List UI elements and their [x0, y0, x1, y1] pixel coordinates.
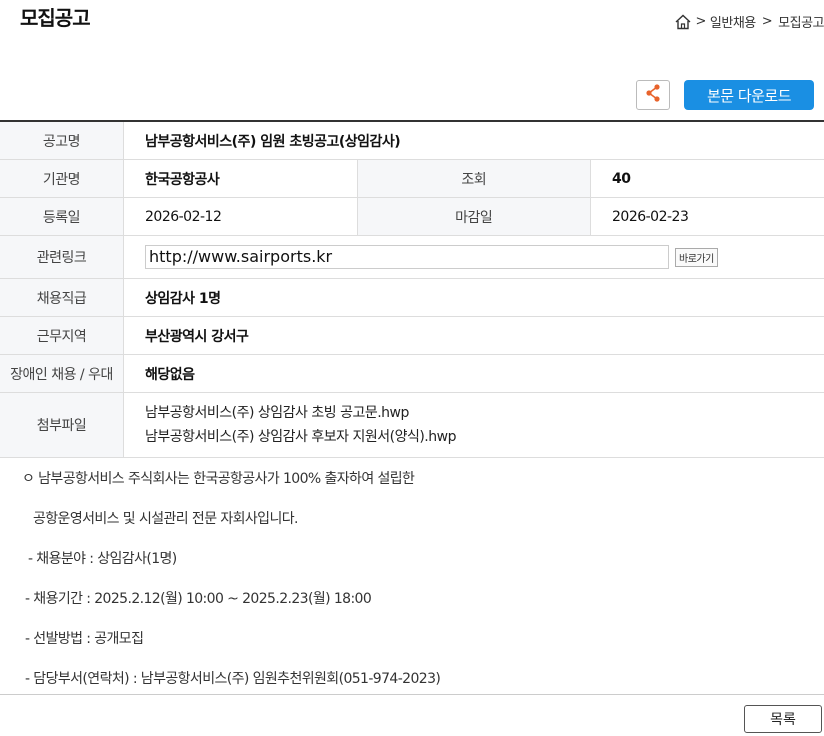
- job-info-table: 공고명 남부공항서비스(주) 임원 초빙공고(상임감사) 기관명 한국공항공사 …: [0, 120, 824, 458]
- reg-date-value: 2026-02-12: [123, 197, 357, 236]
- org-value: 한국공항공사: [123, 159, 357, 198]
- deadline-value: 2026-02-23: [590, 197, 824, 236]
- body-line: - 담당부서(연락처) : 남부공항서비스(주) 임원추천위원회(051-974…: [25, 671, 441, 687]
- attachments-cell: 남부공항서비스(주) 상임감사 초빙 공고문.hwp 남부공항서비스(주) 상임…: [123, 392, 824, 458]
- share-icon: [644, 83, 662, 107]
- download-body-button[interactable]: 본문 다운로드: [684, 80, 814, 110]
- body-line: 공항운영서비스 및 시설관리 전문 자회사입니다.: [33, 511, 298, 527]
- region-value: 부산광역시 강서구: [123, 316, 824, 355]
- breadcrumb-separator: >: [695, 14, 707, 29]
- region-label: 근무지역: [0, 316, 124, 355]
- link-label: 관련링크: [0, 235, 124, 279]
- attachment-file[interactable]: 남부공항서비스(주) 상임감사 초빙 공고문.hwp: [145, 401, 824, 425]
- reg-date-label: 등록일: [0, 197, 124, 236]
- breadcrumb-separator: >: [761, 14, 773, 29]
- rank-value: 상임감사 1명: [123, 278, 824, 317]
- list-button[interactable]: 목록: [744, 705, 822, 733]
- title-value: 남부공항서비스(주) 임원 초빙공고(상임감사): [123, 121, 824, 160]
- breadcrumb: > 일반채용 > 모집공고: [674, 12, 824, 31]
- divider: [0, 694, 824, 695]
- rank-label: 채용직급: [0, 278, 124, 317]
- disabled-hiring-label: 장애인 채용 / 우대: [0, 354, 124, 393]
- page-title: 모집공고: [20, 6, 91, 30]
- title-label: 공고명: [0, 121, 124, 160]
- views-value: 40: [590, 159, 824, 198]
- link-cell: http://www.sairports.kr 바로가기: [123, 235, 824, 279]
- deadline-label: 마감일: [356, 197, 591, 236]
- views-label: 조회: [356, 159, 591, 198]
- body-line: - 채용기간 : 2025.2.12(월) 10:00 ~ 2025.2.23(…: [25, 591, 372, 607]
- body-line: - 선발방법 : 공개모집: [25, 631, 144, 647]
- breadcrumb-item-general-hiring[interactable]: 일반채용: [710, 12, 756, 31]
- home-icon[interactable]: [674, 13, 692, 31]
- body-line: ㅇ 남부공항서비스 주식회사는 한국공항공사가 100% 출자하여 설립한: [22, 471, 415, 487]
- body-line: - 채용분야 : 상임감사(1명): [28, 551, 177, 567]
- go-link-button[interactable]: 바로가기: [675, 247, 718, 267]
- breadcrumb-item-recruitment[interactable]: 모집공고: [778, 12, 824, 31]
- attachment-file[interactable]: 남부공항서비스(주) 상임감사 후보자 지원서(양식).hwp: [145, 425, 824, 449]
- share-button[interactable]: [636, 80, 670, 110]
- org-label: 기관명: [0, 159, 124, 198]
- disabled-hiring-value: 해당없음: [123, 354, 824, 393]
- link-field[interactable]: http://www.sairports.kr: [145, 245, 669, 269]
- attachments-label: 첨부파일: [0, 392, 124, 458]
